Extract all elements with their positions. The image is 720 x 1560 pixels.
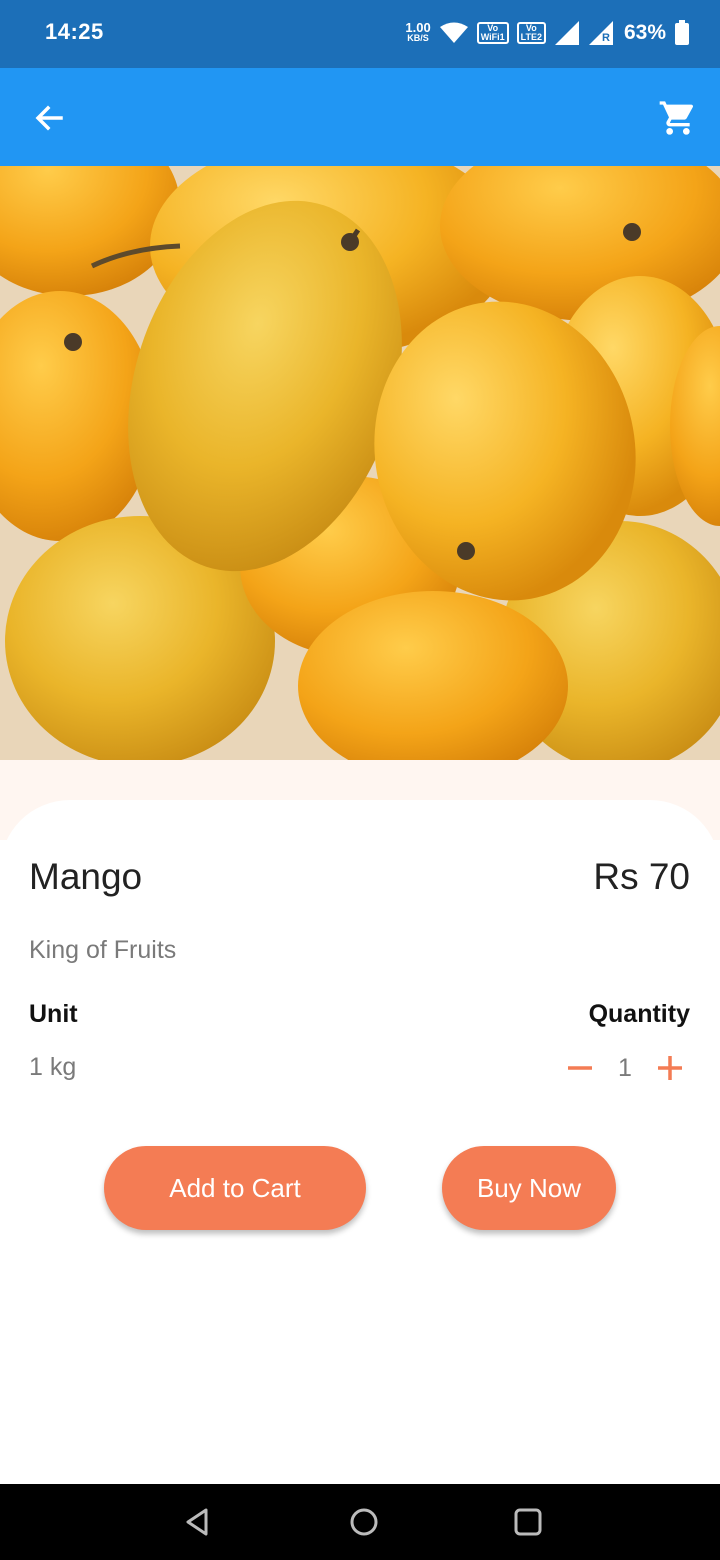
quantity-value: 1 xyxy=(618,1053,632,1082)
status-icons: 1.00 KB/S Vo WiFi1 Vo LTE2 R 63% xyxy=(405,16,690,50)
shopping-cart-icon xyxy=(659,101,694,135)
roaming-indicator: R xyxy=(601,32,610,44)
nav-recents-button[interactable] xyxy=(504,1498,552,1546)
unit-value: 1 kg xyxy=(29,1053,77,1081)
increase-quantity-button[interactable] xyxy=(650,1048,690,1088)
product-name: Mango xyxy=(29,856,143,897)
cart-button[interactable] xyxy=(654,94,702,142)
product-tagline: King of Fruits xyxy=(29,936,177,964)
status-bar: 14:25 1.00 KB/S Vo WiFi1 Vo LTE2 R 63% xyxy=(0,0,720,68)
nav-back-button[interactable] xyxy=(174,1498,222,1546)
back-button[interactable] xyxy=(25,94,73,142)
signal-roaming: R xyxy=(588,20,616,46)
volte-wifi-badge: Vo WiFi1 xyxy=(476,22,509,44)
battery-percent: 63% xyxy=(623,21,666,44)
volte-lte-badge-bottom: LTE2 xyxy=(520,32,542,42)
decrease-quantity-button[interactable] xyxy=(560,1048,600,1088)
square-recents-icon xyxy=(514,1508,542,1536)
network-speed-value: 1.00 xyxy=(405,20,431,35)
status-time: 14:25 xyxy=(45,19,104,44)
minus-icon xyxy=(568,1066,592,1070)
nav-home-button[interactable] xyxy=(340,1498,388,1546)
signal-icon xyxy=(554,21,579,45)
plus-icon xyxy=(658,1056,682,1080)
circle-home-icon xyxy=(350,1508,378,1536)
battery-icon xyxy=(675,20,689,45)
quantity-label: Quantity xyxy=(588,1000,690,1028)
app-bar xyxy=(0,68,720,166)
add-to-cart-button[interactable]: Add to Cart xyxy=(104,1146,366,1230)
network-speed: 1.00 KB/S xyxy=(405,20,431,43)
arrow-left-icon xyxy=(35,105,63,131)
buy-now-button[interactable]: Buy Now xyxy=(442,1146,616,1230)
volte-lte-badge: Vo LTE2 xyxy=(516,22,546,44)
quantity-stepper: 1 xyxy=(560,1048,690,1088)
wifi-icon xyxy=(439,22,468,43)
unit-label: Unit xyxy=(29,1000,78,1028)
system-navigation-bar xyxy=(0,1484,720,1560)
product-image xyxy=(0,166,720,760)
product-price: Rs 70 xyxy=(593,856,690,897)
product-detail-card xyxy=(0,800,720,1484)
volte-wifi-badge-bottom: WiFi1 xyxy=(480,32,505,42)
network-speed-unit: KB/S xyxy=(407,33,429,43)
signal-roaming-icon xyxy=(588,21,613,45)
triangle-back-icon xyxy=(186,1508,208,1536)
product-detail-screen: 14:25 1.00 KB/S Vo WiFi1 Vo LTE2 R 63% M… xyxy=(0,0,720,1560)
mangoes-illustration xyxy=(0,166,720,760)
